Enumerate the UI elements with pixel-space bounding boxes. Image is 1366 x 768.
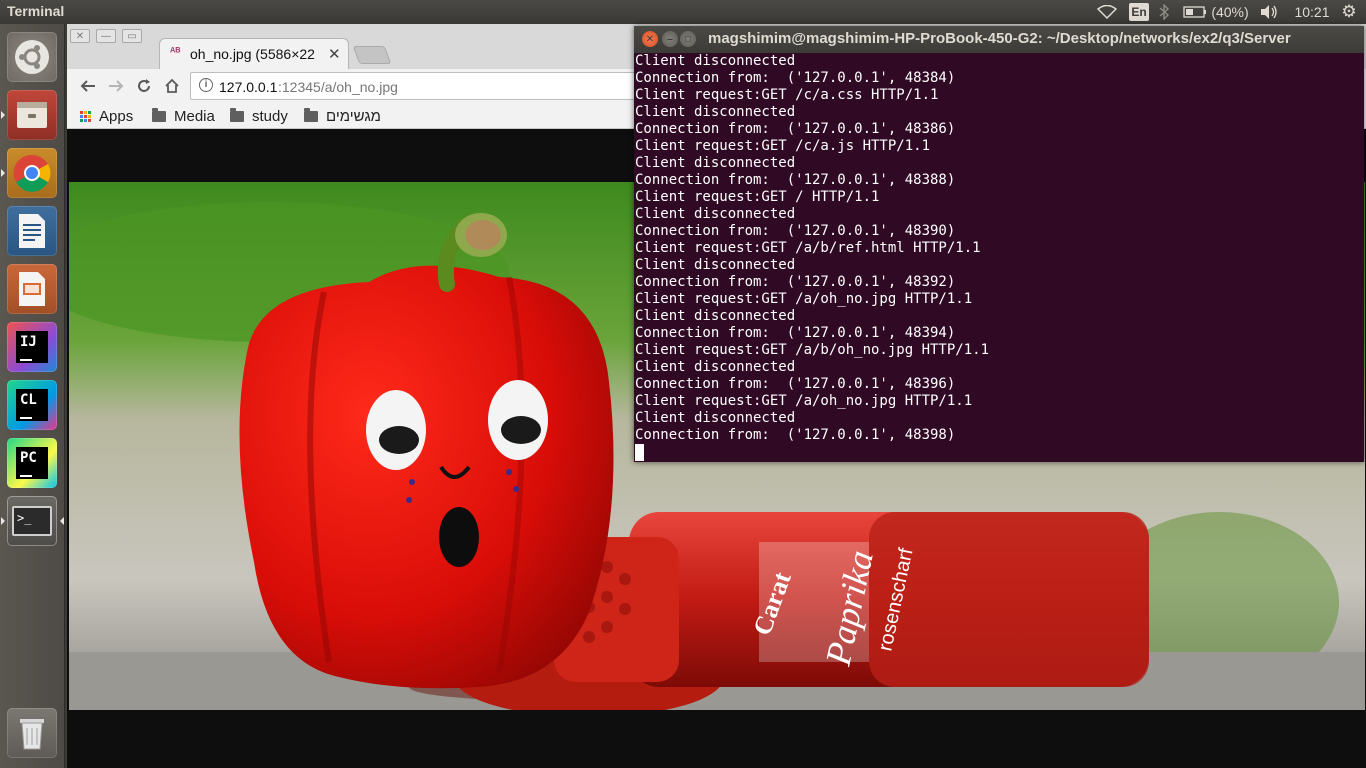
terminal-titlebar[interactable]: ✕ – □ magshimim@magshimim-HP-ProBook-450… [634,26,1364,53]
terminal-prompt-line [635,444,1363,461]
bluetooth-icon[interactable] [1156,0,1172,24]
back-button[interactable] [76,74,100,98]
terminal-window[interactable]: ✕ – □ magshimim@magshimim-HP-ProBook-450… [634,26,1364,462]
terminal-line: Connection from: ('127.0.0.1', 48396) [635,376,956,392]
terminal-line: Client disconnected [635,257,796,273]
terminal-close-button[interactable]: ✕ [642,31,658,47]
terminal-line: Client request:GET /a/oh_no.jpg HTTP/1.1 [635,393,973,409]
url-path: :12345/a/oh_no.jpg [278,79,398,95]
terminal-line: Client request:GET /a/b/oh_no.jpg HTTP/1… [635,342,990,358]
terminal-line: Client disconnected [635,206,796,222]
running-indicator [1,517,5,525]
volume-icon[interactable] [1258,0,1280,24]
folder-icon [304,107,318,122]
terminal-line: Client request:GET / HTTP/1.1 [635,189,880,205]
terminal-line: Client disconnected [635,104,796,120]
paprika-jar: Carat Paprika rosenscharf [554,512,1149,687]
terminal-cursor [635,444,644,461]
terminal-line: Client disconnected [635,410,796,426]
clock[interactable]: 10:21 [1290,0,1334,24]
terminal-title: magshimim@magshimim-HP-ProBook-450-G2: ~… [708,30,1291,47]
bookmark-folder-magshimim[interactable]: מגשימים [304,106,381,126]
top-panel: Terminal En (40%) 10:21 ⚙ [0,0,1366,24]
active-indicator [60,517,64,525]
new-tab-button[interactable] [352,46,392,64]
close-button[interactable]: ✕ [70,29,90,43]
folder-icon [152,107,166,122]
pycharm-icon[interactable]: PC [7,438,57,488]
launcher: IJ CL PC >_ [0,24,65,768]
terminal-line: Connection from: ('127.0.0.1', 48388) [635,172,956,188]
terminal-icon[interactable]: >_ [7,496,57,546]
keyboard-language-indicator[interactable]: En [1129,3,1149,21]
address-bar[interactable]: i 127.0.0.1 :12345/a/oh_no.jpg [190,72,650,100]
terminal-minimize-button[interactable]: – [662,31,678,47]
terminal-line: Connection from: ('127.0.0.1', 48392) [635,274,956,290]
chromium-browser-icon[interactable] [7,148,57,198]
terminal-line: Connection from: ('127.0.0.1', 48386) [635,121,956,137]
terminal-line: Client disconnected [635,308,796,324]
bookmark-folder-media[interactable]: Media [152,106,215,126]
active-app-title: Terminal [7,3,65,19]
folder-icon [230,107,244,122]
files-icon[interactable] [7,90,57,140]
wifi-icon[interactable] [1096,0,1118,24]
clion-icon[interactable]: CL [7,380,57,430]
terminal-maximize-button[interactable]: □ [680,31,696,47]
site-info-icon[interactable]: i [199,78,213,92]
bookmark-label: Media [174,107,215,125]
terminal-line: Client request:GET /c/a.js HTTP/1.1 [635,138,931,154]
bookmark-folder-study[interactable]: study [230,106,288,126]
terminal-line: Client request:GET /a/b/ref.html HTTP/1.… [635,240,981,256]
terminal-line: Client request:GET /c/a.css HTTP/1.1 [635,87,939,103]
apps-grid-icon [80,110,91,122]
terminal-line: Connection from: ('127.0.0.1', 48384) [635,70,956,86]
bookmark-label: מגשימים [326,107,381,125]
dash-home-icon[interactable] [7,32,57,82]
terminal-line: Client disconnected [635,53,796,69]
bookmark-label: study [252,107,288,125]
tab-close-icon[interactable]: ✕ [328,45,341,63]
running-indicator [1,111,5,119]
terminal-line: Client disconnected [635,359,796,375]
terminal-line: Connection from: ('127.0.0.1', 48390) [635,223,956,239]
url-host: 127.0.0.1 [219,79,278,95]
trash-icon[interactable] [7,708,57,758]
home-button[interactable] [160,74,184,98]
terminal-line: Connection from: ('127.0.0.1', 48394) [635,325,956,341]
libreoffice-writer-icon[interactable] [7,206,57,256]
terminal-output[interactable]: Client disconnected Connection from: ('12… [635,53,1363,462]
bookmark-label: Apps [99,107,134,125]
gear-icon[interactable]: ⚙ [1339,0,1359,24]
terminal-line: Client disconnected [635,155,796,171]
minimize-button[interactable]: — [96,29,116,43]
intellij-idea-icon[interactable]: IJ [7,322,57,372]
battery-icon[interactable] [1182,0,1208,24]
maximize-button[interactable]: ▭ [122,29,142,43]
running-indicator [1,169,5,177]
browser-tab[interactable]: ᴬᴮ oh_no.jpg (5586×22 ✕ [159,38,349,69]
forward-button[interactable] [104,74,128,98]
reload-button[interactable] [132,74,156,98]
battery-percentage: (40%) [1211,4,1249,20]
libreoffice-impress-icon[interactable] [7,264,57,314]
tab-title: oh_no.jpg (5586×22 [190,46,315,62]
bookmark-apps[interactable]: Apps [80,106,133,126]
terminal-line: Connection from: ('127.0.0.1', 48398) [635,427,956,443]
tab-favicon-icon: ᴬᴮ [170,46,181,58]
terminal-line: Client request:GET /a/oh_no.jpg HTTP/1.1 [635,291,973,307]
